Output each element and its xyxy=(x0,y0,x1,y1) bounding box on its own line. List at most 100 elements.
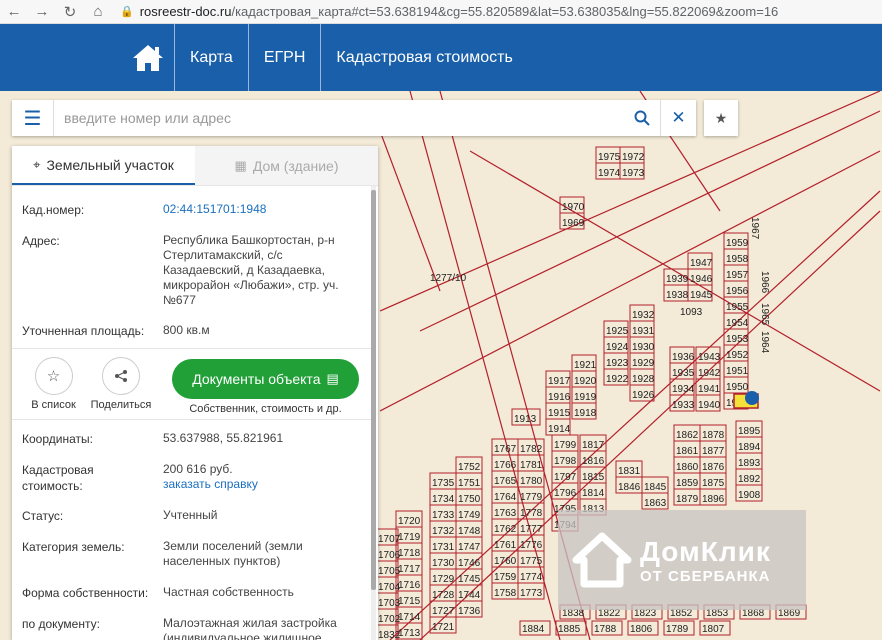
doc-row: по документу: Малоэтажная жилая застройк… xyxy=(12,616,371,640)
panel-actions: ☆ В список Поделиться Документы объекта … xyxy=(12,348,371,420)
cost-label: Кадастровая стоимость: xyxy=(22,463,94,493)
parcel-label-1921: 1921 xyxy=(574,360,597,371)
parcel-label-1832: 1832 xyxy=(378,630,401,640)
parcel-label-1807: 1807 xyxy=(702,624,725,635)
parcel-label-1815: 1815 xyxy=(582,472,605,483)
menu-icon[interactable]: ☰ xyxy=(12,100,54,136)
cad-number-row: Кад.номер: 02:44:151701:1948 xyxy=(12,202,371,218)
panel-scroll-thumb[interactable] xyxy=(371,190,376,590)
parcel-label-1704: 1704 xyxy=(378,582,401,593)
parcel-label-1761: 1761 xyxy=(494,540,517,551)
parcel-label-1970: 1970 xyxy=(562,202,585,213)
home-icon[interactable]: ⌂ xyxy=(84,0,112,24)
parcel-label-1846: 1846 xyxy=(618,482,641,493)
parcel-label-1967: 1967 xyxy=(749,217,760,240)
share-action[interactable]: Поделиться xyxy=(88,357,154,411)
tab-land-plot[interactable]: ⌖ Земельный участок xyxy=(12,146,195,185)
parcel-label-1705: 1705 xyxy=(378,566,401,577)
star-icon[interactable]: ★ xyxy=(704,100,738,136)
parcel-label-1845: 1845 xyxy=(644,482,667,493)
share-icon[interactable] xyxy=(102,357,140,395)
parcel-label-1713: 1713 xyxy=(398,628,421,639)
parcel-label-1734: 1734 xyxy=(432,494,455,505)
order-certificate-link[interactable]: заказать справку xyxy=(163,477,347,492)
parcel-label-1797: 1797 xyxy=(554,472,577,483)
parcel-label-1934: 1934 xyxy=(672,384,695,395)
cost-value-wrap: 200 616 руб. заказать справку xyxy=(163,462,361,494)
parcel-label-1955: 1955 xyxy=(726,302,749,313)
url-path: /кадастровая_карта#ct=53.638194&cg=55.82… xyxy=(231,4,779,19)
parcel-label-1746: 1746 xyxy=(458,558,481,569)
parcel-label-1789: 1789 xyxy=(666,624,689,635)
building-icon: ▦ xyxy=(234,157,247,173)
site-home-button[interactable] xyxy=(122,24,174,91)
parcel-label-1748: 1748 xyxy=(458,526,481,537)
parcel-label-1777: 1777 xyxy=(520,524,543,535)
parcel-label-1953: 1953 xyxy=(726,334,749,345)
site-header: Карта ЕГРН Кадастровая стоимость xyxy=(0,24,882,91)
tab-building[interactable]: ▦ Дом (здание) xyxy=(195,146,378,185)
parcel-label-1951: 1951 xyxy=(726,366,749,377)
parcel-label-1920: 1920 xyxy=(574,376,597,387)
area-row: Уточненная площадь: 800 кв.м xyxy=(12,323,371,339)
parcel-label-1884: 1884 xyxy=(522,624,545,635)
address-row: Адрес: Республика Башкортостан, р-н Стер… xyxy=(12,233,371,308)
cad-number-value[interactable]: 02:44:151701:1948 xyxy=(163,202,361,218)
parcel-label-1946: 1946 xyxy=(690,274,713,285)
parcel-label-1745: 1745 xyxy=(458,574,481,585)
nav-egrn[interactable]: ЕГРН xyxy=(247,24,321,91)
doc-value: Малоэтажная жилая застройка (индивидуаль… xyxy=(163,616,337,640)
parcel-label-1798: 1798 xyxy=(554,456,577,467)
parcel-label-1964: 1964 xyxy=(759,331,770,354)
status-value: Учтенный xyxy=(163,508,218,522)
parcel-1277-10-label: 1277/10 xyxy=(430,273,467,284)
parcel-label-1932: 1932 xyxy=(632,310,655,321)
parcel-label-1719: 1719 xyxy=(398,532,421,543)
parcel-label-1913: 1913 xyxy=(514,414,537,425)
forward-icon[interactable]: → xyxy=(28,0,56,24)
parcel-label-1736: 1736 xyxy=(458,606,481,617)
parcel-label-1893: 1893 xyxy=(738,458,761,469)
back-icon[interactable]: ← xyxy=(0,0,28,24)
parcel-label-1749: 1749 xyxy=(458,510,481,521)
parcel-label-1969: 1969 xyxy=(562,218,585,229)
nav-cadastral-cost[interactable]: Кадастровая стоимость xyxy=(320,24,527,91)
parcel-label-1714: 1714 xyxy=(398,612,421,623)
parcel-label-1876: 1876 xyxy=(702,462,725,473)
parcel-label-1718: 1718 xyxy=(398,548,421,559)
add-to-list-action[interactable]: ☆ В список xyxy=(26,357,81,411)
parcel-label-1720: 1720 xyxy=(398,516,421,527)
star-outline-icon[interactable]: ☆ xyxy=(34,357,73,395)
parcel-label-1717: 1717 xyxy=(398,564,421,575)
parcel-label-1744: 1744 xyxy=(458,590,481,601)
parcel-label-1781: 1781 xyxy=(520,460,543,471)
doc-label: по документу: xyxy=(22,617,100,631)
nav-map[interactable]: Карта xyxy=(174,24,248,91)
parcel-label-1939: 1939 xyxy=(666,274,689,285)
parcel-label-1938: 1938 xyxy=(666,290,689,301)
parcel-label-1735: 1735 xyxy=(432,478,455,489)
close-icon[interactable]: ✕ xyxy=(660,100,696,136)
parcel-label-1928: 1928 xyxy=(632,374,655,385)
parcel-label-1895: 1895 xyxy=(738,426,761,437)
ownership-row: Форма собственности: Частная собственнос… xyxy=(12,585,371,601)
parcel-label-1729: 1729 xyxy=(432,574,455,585)
parcel-label-1774: 1774 xyxy=(520,572,543,583)
parcel-label-1941: 1941 xyxy=(698,384,721,395)
coords-row: Координаты: 53.637988, 55.821961 xyxy=(12,431,371,447)
parcel-label-1933: 1933 xyxy=(672,400,695,411)
parcel-label-1766: 1766 xyxy=(494,460,517,471)
add-to-list-label: В список xyxy=(31,399,76,411)
domclick-logo-icon xyxy=(572,532,632,588)
reload-icon[interactable]: ↻ xyxy=(56,0,84,24)
parcel-label-1973: 1973 xyxy=(622,168,645,179)
documents-button[interactable]: Документы объекта ▤ xyxy=(172,359,359,399)
search-input[interactable] xyxy=(54,101,624,135)
parcel-label-1923: 1923 xyxy=(606,358,629,369)
parcel-label-1922: 1922 xyxy=(606,374,629,385)
parcel-label-1747: 1747 xyxy=(458,542,481,553)
parcel-label-1776: 1776 xyxy=(520,540,543,551)
address-bar[interactable]: 🔒 rosreestr-doc.ru /кадастровая_карта#ct… xyxy=(120,4,778,19)
parcel-label-1780: 1780 xyxy=(520,476,543,487)
search-icon[interactable] xyxy=(624,100,660,136)
